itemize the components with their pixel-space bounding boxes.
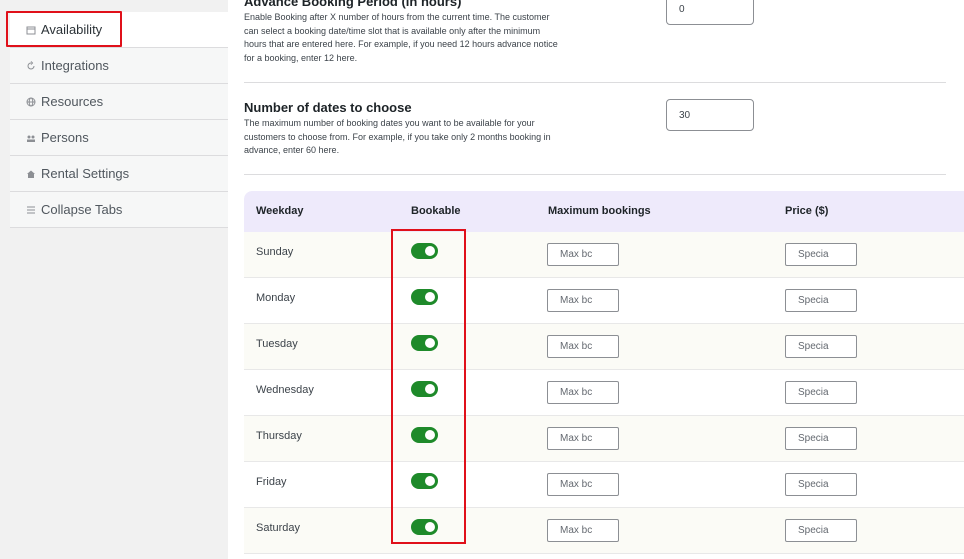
- tab-label: Resources: [41, 94, 104, 109]
- tab-persons[interactable]: Persons: [10, 120, 228, 156]
- header-weekday: Weekday: [256, 205, 304, 217]
- special-price-input[interactable]: Specia: [785, 427, 857, 450]
- tab-label: Collapse Tabs: [41, 202, 123, 217]
- field-title: Advance Booking Period (in hours): [244, 0, 462, 9]
- max-bookings-input[interactable]: Max bc: [547, 427, 619, 450]
- tab-integrations[interactable]: Integrations: [10, 48, 228, 84]
- tab-rental-settings[interactable]: Rental Settings: [10, 156, 228, 192]
- max-bookings-input[interactable]: Max bc: [547, 473, 619, 496]
- weekday-label: Thursday: [256, 430, 302, 442]
- weekday-label: Tuesday: [256, 338, 298, 350]
- globe-icon: [25, 96, 37, 108]
- table-row: Sunday Max bc Specia: [244, 232, 964, 278]
- collapse-icon: [25, 204, 37, 216]
- tab-resources[interactable]: Resources: [10, 84, 228, 120]
- weekday-label: Monday: [256, 292, 296, 304]
- table-row: Tuesday Max bc Specia: [244, 324, 964, 370]
- special-price-input[interactable]: Specia: [785, 243, 857, 266]
- special-price-input[interactable]: Specia: [785, 473, 857, 496]
- table-row: Thursday Max bc Specia: [244, 416, 964, 462]
- table-row: Friday Max bc Specia: [244, 462, 964, 508]
- divider: [244, 82, 946, 83]
- number-of-dates-input[interactable]: 30: [666, 99, 754, 131]
- weekday-label: Wednesday: [256, 384, 314, 396]
- tab-label: Persons: [41, 130, 89, 145]
- max-bookings-input[interactable]: Max bc: [547, 519, 619, 542]
- table-row: Monday Max bc Specia: [244, 278, 964, 324]
- weekday-label: Saturday: [256, 522, 301, 534]
- field-description: The maximum number of booking dates you …: [244, 118, 551, 155]
- field-title: Number of dates to choose: [244, 100, 412, 115]
- settings-sidebar: Availability Integrations Resources Pers…: [0, 0, 228, 559]
- table-row: Wednesday Max bc Specia: [244, 370, 964, 416]
- max-bookings-input[interactable]: Max bc: [547, 381, 619, 404]
- max-bookings-input[interactable]: Max bc: [547, 243, 619, 266]
- special-price-input[interactable]: Specia: [785, 519, 857, 542]
- advance-booking-field: Advance Booking Period (in hours) Enable…: [244, 0, 564, 65]
- header-maximum-bookings: Maximum bookings: [548, 205, 651, 217]
- home-icon: [25, 168, 37, 180]
- tab-label: Rental Settings: [41, 166, 130, 181]
- tab-collapse-tabs[interactable]: Collapse Tabs: [10, 192, 228, 228]
- table-row: Saturday Max bc Specia: [244, 508, 964, 554]
- header-price: Price ($): [785, 205, 829, 217]
- bookable-column-highlight-box: [391, 229, 466, 544]
- special-price-input[interactable]: Specia: [785, 335, 857, 358]
- special-price-input[interactable]: Specia: [785, 289, 857, 312]
- number-of-dates-field: Number of dates to choose The maximum nu…: [244, 100, 564, 158]
- tab-label: Integrations: [41, 58, 109, 73]
- availability-panel: Advance Booking Period (in hours) Enable…: [228, 0, 964, 559]
- max-bookings-input[interactable]: Max bc: [547, 289, 619, 312]
- table-header: Weekday Bookable Maximum bookings Price …: [244, 191, 964, 232]
- availability-highlight-box: [6, 11, 122, 47]
- special-price-input[interactable]: Specia: [785, 381, 857, 404]
- divider: [244, 174, 946, 175]
- sync-icon: [25, 60, 37, 72]
- weekday-availability-table: Weekday Bookable Maximum bookings Price …: [244, 191, 964, 559]
- field-description: Enable Booking after X number of hours f…: [244, 12, 558, 63]
- people-icon: [25, 132, 37, 144]
- max-bookings-input[interactable]: Max bc: [547, 335, 619, 358]
- header-bookable: Bookable: [411, 205, 461, 217]
- weekday-label: Friday: [256, 476, 287, 488]
- advance-booking-input[interactable]: 0: [666, 0, 754, 25]
- weekday-label: Sunday: [256, 246, 294, 258]
